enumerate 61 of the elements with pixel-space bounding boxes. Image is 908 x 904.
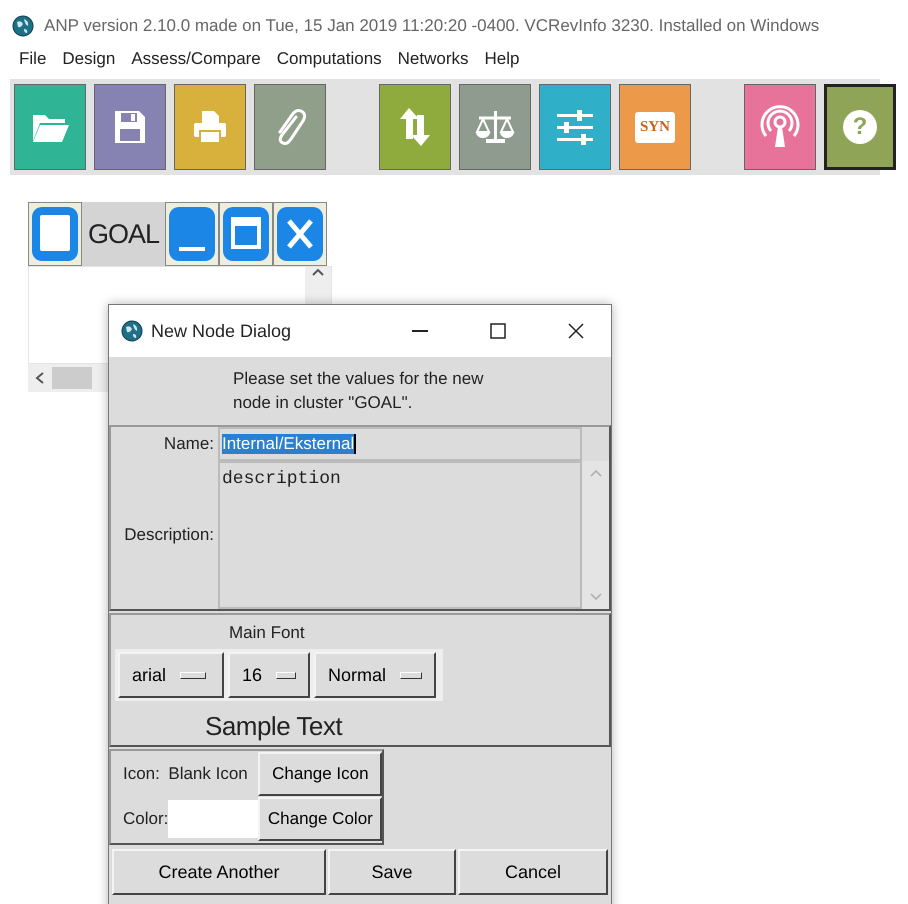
dialog-title: New Node Dialog — [151, 320, 292, 342]
font-style-dropdown[interactable]: Normal — [314, 652, 436, 698]
toolbar-button[interactable] — [254, 84, 326, 170]
globe-icon — [12, 15, 34, 37]
cluster-icon-button[interactable] — [28, 202, 82, 266]
sliders-icon — [555, 109, 595, 145]
scroll-up-icon — [590, 469, 602, 477]
close-icon — [275, 205, 326, 263]
maximize-button[interactable] — [219, 202, 274, 266]
help-icon: ? — [843, 110, 877, 144]
maximize-icon — [490, 323, 506, 339]
window-title: ANP version 2.10.0 made on Tue, 15 Jan 2019 11:20:20 -0400. VCRevInfo 3230. Installed on Windows — [44, 16, 820, 36]
cluster-title: GOAL — [82, 202, 166, 266]
menu-item[interactable]: Networks — [398, 49, 469, 73]
scroll-down-icon — [590, 593, 602, 601]
toolbar-button[interactable] — [174, 84, 246, 170]
close-button[interactable] — [273, 202, 328, 266]
dialog-button[interactable]: Cancel — [458, 849, 608, 895]
close-icon — [568, 323, 584, 339]
globe-icon — [121, 320, 143, 342]
name-field[interactable]: Internal/Eksternal — [218, 427, 582, 461]
description-label: Description: — [123, 524, 215, 546]
toolbar-button[interactable]: SYN — [619, 84, 691, 170]
menu-item[interactable]: Design — [62, 49, 116, 73]
color-label: Color: — [123, 808, 168, 828]
dialog-message: Please set the values for the new node in cluster "GOAL". — [233, 368, 484, 414]
toolbar-button[interactable] — [744, 84, 816, 170]
antenna-icon — [760, 105, 800, 149]
printer-icon — [192, 109, 228, 145]
toolbar-button[interactable] — [379, 84, 451, 170]
square-icon — [30, 205, 80, 263]
toolbar-button[interactable] — [459, 84, 531, 170]
toolbar-button[interactable] — [94, 84, 166, 170]
scrollbar-thumb[interactable] — [52, 367, 92, 389]
maximize-icon — [221, 205, 272, 263]
name-label: Name: — [162, 433, 215, 455]
font-size-dropdown[interactable]: 16 — [228, 652, 310, 698]
font-family-dropdown[interactable]: arial — [118, 652, 224, 698]
menu-item[interactable]: Assess/Compare — [131, 49, 261, 73]
scroll-left-icon — [34, 371, 46, 385]
dialog-button[interactable]: Save — [328, 849, 456, 895]
syn-badge: SYN — [634, 112, 675, 142]
description-field[interactable]: description — [218, 461, 582, 609]
section-title: Main Font — [229, 623, 305, 642]
menu-item[interactable]: Computations — [276, 49, 382, 73]
toolbar-button[interactable] — [539, 84, 611, 170]
scroll-up-icon — [312, 267, 324, 277]
minimize-icon — [167, 205, 218, 263]
icon-value: Blank Icon — [168, 764, 249, 784]
sample-text: Sample Text — [205, 711, 342, 741]
menu-item[interactable]: File — [19, 49, 46, 73]
dialog-button[interactable]: Create Another — [112, 849, 326, 895]
change-icon-button[interactable]: Change Icon — [258, 752, 382, 796]
change-color-button[interactable]: Change Color — [258, 796, 382, 840]
icon-label: Icon: — [123, 764, 160, 782]
minimize-button[interactable] — [165, 202, 220, 266]
minimize-icon — [412, 330, 428, 332]
scales-icon — [475, 108, 515, 146]
toolbar-button[interactable] — [14, 84, 86, 170]
menu-item[interactable]: Help — [484, 49, 520, 73]
floppy-icon — [113, 109, 147, 145]
